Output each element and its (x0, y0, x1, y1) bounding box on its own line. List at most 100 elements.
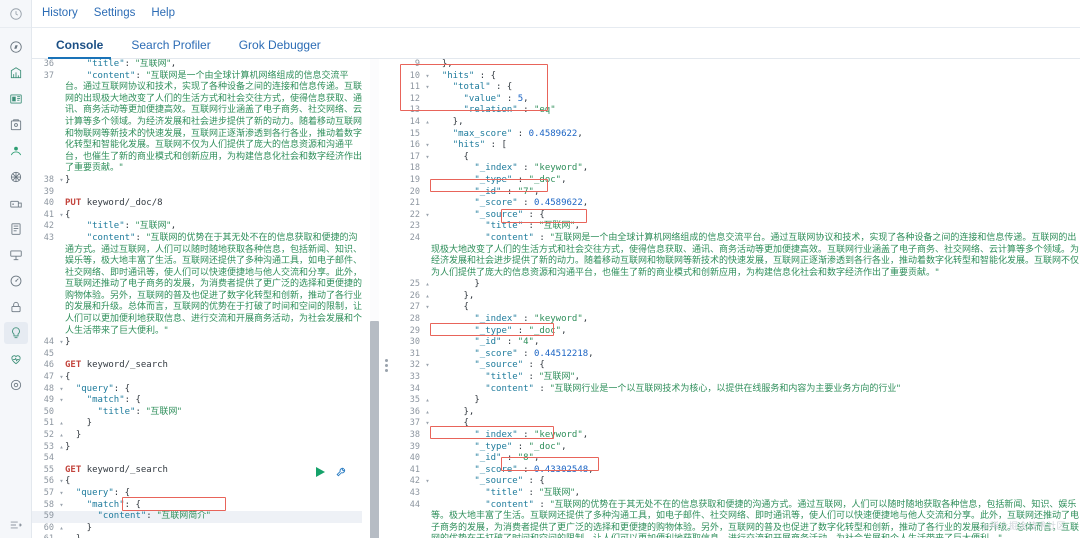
sidebar-item-dashboard[interactable] (4, 62, 28, 84)
fold-toggle-icon[interactable]: ▾ (58, 384, 65, 396)
fold-toggle-icon[interactable]: ▾ (424, 418, 431, 430)
code-line[interactable]: 56 ▾{ (32, 476, 362, 488)
sidebar-item-uptime[interactable] (4, 244, 28, 266)
code-line[interactable]: 17 ▾ { (398, 152, 1080, 164)
request-editor[interactable]: 36 "title": "互联网", 37 "content": "互联网是一个由… (32, 59, 362, 538)
fold-toggle-icon[interactable]: ▴ (58, 418, 65, 430)
code-line[interactable]: 49 ▾ "match": { (32, 395, 362, 407)
fold-toggle-icon[interactable]: ▴ (58, 430, 65, 442)
sidebar-item-machine-learning[interactable] (4, 140, 28, 162)
code-line[interactable]: 39 (32, 187, 362, 199)
code-line[interactable]: 20 "_id" : "7", (398, 187, 1080, 199)
code-line[interactable]: 60 ▴ } (32, 523, 362, 535)
fold-toggle-icon[interactable]: ▾ (58, 337, 65, 349)
code-line[interactable]: 19 "_type" : "_doc", (398, 175, 1080, 187)
sidebar-item-canvas[interactable] (4, 88, 28, 110)
code-line[interactable]: 43 "title" : "互联网", (398, 488, 1080, 500)
code-line[interactable]: 44 ▾} (32, 337, 362, 349)
code-line[interactable]: 32 ▾ "_source" : { (398, 360, 1080, 372)
code-line[interactable]: 39 "_type" : "_doc", (398, 442, 1080, 454)
fold-toggle-icon[interactable]: ▴ (424, 395, 431, 407)
rail-recently-viewed[interactable] (0, 0, 31, 28)
tab-search-profiler[interactable]: Search Profiler (117, 39, 224, 58)
sidebar-item-maps[interactable] (4, 114, 28, 136)
fold-toggle-icon[interactable]: ▾ (424, 71, 431, 83)
fold-toggle-icon[interactable]: ▾ (58, 210, 65, 222)
code-line[interactable]: 28 "_index" : "keyword", (398, 314, 1080, 326)
fold-toggle-icon[interactable]: ▴ (424, 291, 431, 303)
code-line[interactable]: 15 "max_score" : 0.4589622, (398, 129, 1080, 141)
code-line[interactable]: 29 "_type" : "_doc", (398, 326, 1080, 338)
code-line[interactable]: 53 ▴} (32, 442, 362, 454)
code-line[interactable]: 16 ▾ "hits" : [ (398, 140, 1080, 152)
fold-toggle-icon[interactable]: ▾ (424, 140, 431, 152)
code-line[interactable]: 24 "content" : "互联网是一个由全球计算机网络组成的信息交流平台。… (398, 233, 1080, 279)
code-line[interactable]: 21 "_score" : 0.4589622, (398, 198, 1080, 210)
code-line[interactable]: 25 ▴ } (398, 279, 1080, 291)
code-line[interactable]: 14 ▴ }, (398, 117, 1080, 129)
fold-toggle-icon[interactable]: ▴ (424, 407, 431, 419)
code-line[interactable]: 42 "title": "互联网", (32, 221, 362, 233)
code-line[interactable]: 50 "title": "互联网" (32, 407, 362, 419)
code-line[interactable]: 37 ▾ { (398, 418, 1080, 430)
code-line[interactable]: 22 ▾ "_source" : { (398, 210, 1080, 222)
code-line[interactable]: 12 "value" : 5, (398, 94, 1080, 106)
fold-toggle-icon[interactable]: ▾ (58, 500, 65, 512)
code-line[interactable]: 55 GET keyword/_search (32, 465, 362, 477)
sidebar-item-infrastructure[interactable] (4, 166, 28, 188)
code-line[interactable]: 51 ▴ } (32, 418, 362, 430)
sidebar-item-management[interactable] (4, 374, 28, 396)
request-scrollbar-thumb[interactable] (370, 321, 379, 538)
code-line[interactable]: 40 "_id" : "8", (398, 453, 1080, 465)
code-line[interactable]: 13 "relation" : "eq" (398, 105, 1080, 117)
code-line[interactable]: 37 "content": "互联网是一个由全球计算机网络组成的信息交流平台。通… (32, 71, 362, 175)
fold-toggle-icon[interactable]: ▾ (58, 476, 65, 488)
code-line[interactable]: 34 "content" : "互联网行业是一个以互联网技术为核心，以提供在线服… (398, 384, 1080, 396)
code-line[interactable]: 54 (32, 453, 362, 465)
sidebar-item-apm[interactable] (4, 218, 28, 240)
fold-toggle-icon[interactable]: ▾ (424, 152, 431, 164)
fold-toggle-icon[interactable]: ▾ (58, 372, 65, 384)
menu-item-settings[interactable]: Settings (94, 7, 136, 20)
code-line[interactable]: 38 ▾} (32, 175, 362, 187)
code-line[interactable]: 43 "content": "互联网的优势在于其无处不在的信息获取和便捷的沟通方… (32, 233, 362, 337)
wrench-icon[interactable] (335, 466, 348, 479)
fold-toggle-icon[interactable]: ▾ (424, 360, 431, 372)
collapse-nav-button[interactable] (0, 518, 31, 532)
response-viewer[interactable]: 9 }, 10 ▾ "hits" : {11 ▾ "total" : {12 "val… (396, 59, 1080, 538)
fold-toggle-icon[interactable]: ▴ (424, 279, 431, 291)
fold-toggle-icon[interactable]: ▴ (58, 523, 65, 535)
code-line[interactable]: 61▴ } (32, 534, 362, 538)
code-line[interactable]: 42 ▾ "_source" : { (398, 476, 1080, 488)
sidebar-item-discover[interactable] (4, 36, 28, 58)
code-line[interactable]: 31 "_score" : 0.44512218, (398, 349, 1080, 361)
code-line[interactable]: 11 ▾ "total" : { (398, 82, 1080, 94)
fold-toggle-icon[interactable]: ▾ (424, 302, 431, 314)
fold-toggle-icon[interactable]: ▾ (424, 82, 431, 94)
fold-toggle-icon[interactable]: ▴ (424, 117, 431, 129)
code-line[interactable]: 33 "title" : "互联网", (398, 372, 1080, 384)
code-line[interactable]: 52 ▴ } (32, 430, 362, 442)
fold-toggle-icon[interactable]: ▾ (58, 395, 65, 407)
sidebar-item-dev-tools[interactable] (3, 322, 28, 344)
fold-toggle-icon[interactable]: ▾ (58, 175, 65, 187)
tab-console[interactable]: Console (42, 39, 117, 59)
code-line[interactable]: 36 "title": "互联网", (32, 59, 362, 71)
code-line[interactable]: 35 ▴ } (398, 395, 1080, 407)
code-line[interactable]: 18 "_index" : "keyword", (398, 163, 1080, 175)
code-line[interactable]: 30 "_id" : "4", (398, 337, 1080, 349)
fold-toggle-icon[interactable]: ▴ (58, 534, 65, 538)
code-line[interactable]: 58 ▾ "match": { (32, 500, 362, 512)
sidebar-item-metrics[interactable] (4, 270, 28, 292)
code-line[interactable]: 9 }, (398, 59, 1080, 71)
fold-toggle-icon[interactable]: ▾ (58, 488, 65, 500)
code-line[interactable]: 26 ▴ }, (398, 291, 1080, 303)
code-line[interactable]: 47 ▾{ (32, 372, 362, 384)
code-line[interactable]: 57 ▾ "query": { (32, 488, 362, 500)
code-line[interactable]: 45 (32, 349, 362, 361)
code-line[interactable]: 46 GET keyword/_search (32, 360, 362, 372)
splitter-grip[interactable] (385, 359, 390, 372)
code-line[interactable]: 38 "_index" : "keyword", (398, 430, 1080, 442)
sidebar-item-monitoring[interactable] (4, 348, 28, 370)
code-line[interactable]: 27 ▾ { (398, 302, 1080, 314)
